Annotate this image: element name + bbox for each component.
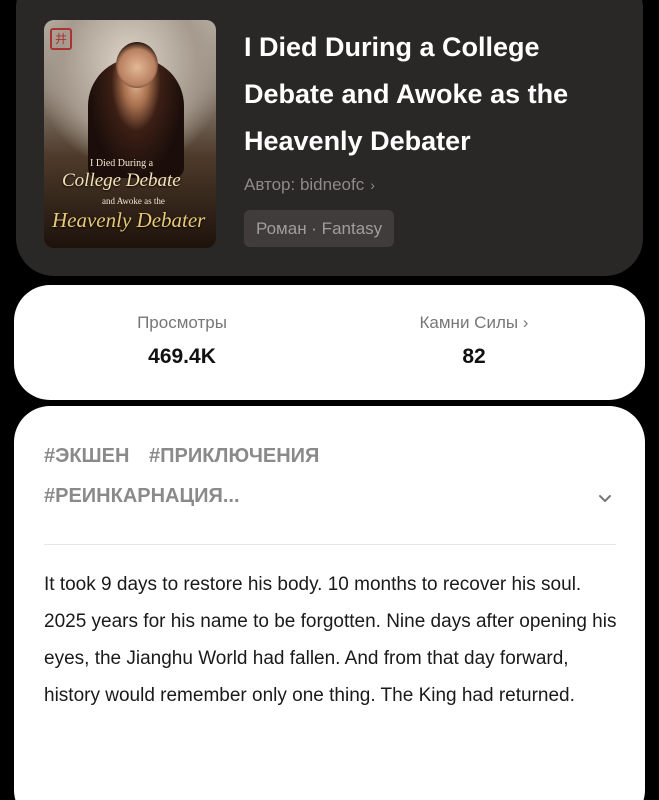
- views-stat: Просмотры 469.4K: [52, 285, 312, 369]
- stats-card: Просмотры 469.4K Камни Силы › 82: [14, 285, 645, 400]
- cover-seal: 井: [50, 28, 72, 50]
- chevron-down-icon[interactable]: [597, 490, 613, 506]
- power-stones-value: 82: [462, 345, 486, 368]
- tag-list: #ЭКШЕН #ПРИКЛЮЧЕНИЯ #РЕИНКАРНАЦИЯ...: [44, 436, 564, 516]
- author-link[interactable]: Автор: bidneofc ›: [244, 175, 375, 195]
- book-description: It took 9 days to restore his body. 10 m…: [44, 574, 617, 706]
- views-value: 469.4K: [148, 345, 216, 368]
- views-label: Просмотры: [137, 313, 227, 332]
- description-card: #ЭКШЕН #ПРИКЛЮЧЕНИЯ #РЕИНКАРНАЦИЯ... It …: [14, 406, 645, 800]
- cover-title-line-2: College Debate: [62, 170, 181, 191]
- cover-title-line-3: and Awoke as the: [102, 196, 165, 206]
- divider: [44, 544, 616, 545]
- book-cover-image[interactable]: 井 I Died During a College Debate and Awo…: [44, 20, 216, 248]
- power-stones-label: Камни Силы ›: [419, 313, 529, 332]
- cover-title-line-4: Heavenly Debater: [52, 208, 206, 232]
- tag-adventure[interactable]: #ПРИКЛЮЧЕНИЯ: [149, 445, 319, 467]
- author-chevron-icon: ›: [370, 177, 375, 193]
- tag-action[interactable]: #ЭКШЕН: [44, 445, 129, 467]
- author-label: Автор: bidneofc: [244, 175, 365, 194]
- book-title: I Died During a College Debate and Awoke…: [244, 32, 569, 156]
- cover-title-line-1: I Died During a: [90, 158, 154, 169]
- power-stones-stat[interactable]: Камни Силы › 82: [344, 285, 604, 369]
- tag-reincarnation[interactable]: #РЕИНКАРНАЦИЯ...: [44, 485, 240, 507]
- genre-badge[interactable]: Роман · Fantasy: [244, 210, 395, 247]
- cover-figure-head: [116, 42, 158, 88]
